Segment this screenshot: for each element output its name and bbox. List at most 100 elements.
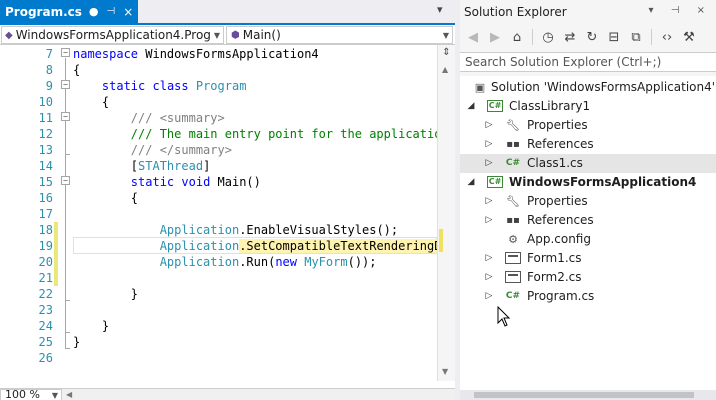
type-dropdown[interactable]: ◆ WindowsFormsApplication4.Prog ▼ <box>1 26 224 44</box>
tree-item-form2-cs[interactable]: ▷ Form2.cs <box>460 268 716 287</box>
solution-horizontal-scrollbar[interactable] <box>460 390 716 400</box>
member-dropdown[interactable]: ⬢ Main() ▼ <box>226 26 453 44</box>
line-number: 9 <box>45 79 53 93</box>
scroll-left-icon[interactable]: ◀ <box>66 390 72 399</box>
line-number: 17 <box>38 207 53 221</box>
editor-bottom-bar: 100 % ▼ ◀ <box>0 388 455 400</box>
tree-item-class1-cs[interactable]: ▷ C# Class1.cs <box>460 154 716 173</box>
sync-icon[interactable]: ⇄ <box>561 30 579 45</box>
code-line: } <box>130 287 139 301</box>
line-number: 12 <box>38 127 53 141</box>
line-number: 14 <box>38 159 53 173</box>
history-icon[interactable]: ◷ <box>539 30 557 45</box>
search-placeholder: Search Solution Explorer (Ctrl+;) <box>465 55 662 69</box>
zoom-dropdown[interactable]: 100 % ▼ <box>0 389 62 400</box>
navigation-bar: ◆ WindowsFormsApplication4.Prog ▼ ⬢ Main… <box>0 25 455 45</box>
line-number: 25 <box>38 335 53 349</box>
tab-program-cs[interactable]: Program.cs ● ⊣ × <box>0 0 138 23</box>
wrench-icon[interactable]: ⚒ <box>680 30 698 45</box>
tree-item-label: WindowsFormsApplication4 <box>509 175 697 189</box>
tree-item-program-cs[interactable]: ▷ C# Program.cs <box>460 287 716 306</box>
method-icon: ⬢ <box>231 29 240 41</box>
type-dropdown-value: WindowsFormsApplication4.Prog <box>15 28 211 42</box>
collapsed-arrow-icon[interactable]: ▷ <box>484 249 494 268</box>
code-area[interactable]: namespace WindowsFormsApplication4 { sta… <box>73 45 437 381</box>
mouse-cursor-icon <box>497 306 511 327</box>
collapsed-arrow-icon[interactable]: ▷ <box>484 211 494 230</box>
collapsed-arrow-icon[interactable]: ▷ <box>484 154 494 173</box>
chevron-down-icon: ▼ <box>213 31 220 40</box>
csharp-project-icon: C# <box>487 100 503 112</box>
expanded-arrow-icon[interactable]: ◢ <box>466 173 476 192</box>
solution-search-input[interactable]: Search Solution Explorer (Ctrl+;) <box>460 52 716 72</box>
collapse-icon[interactable]: − <box>61 48 70 57</box>
tree-item-label: References <box>527 137 594 151</box>
collapsed-arrow-icon[interactable]: ▷ <box>484 287 494 306</box>
fold-line <box>65 58 66 348</box>
tree-item-project-windowsformsapplication4[interactable]: ◢ C# WindowsFormsApplication4 <box>460 173 716 192</box>
code-line: static void Main() <box>130 175 261 189</box>
back-icon[interactable]: ◀ <box>464 30 482 45</box>
split-icon[interactable]: ⇕ <box>440 47 453 59</box>
chevron-down-icon: ▼ <box>51 391 58 400</box>
line-number: 15 <box>38 175 53 189</box>
line-number: 16 <box>38 191 53 205</box>
line-number: 20 <box>38 255 53 269</box>
chevron-down-icon: ▼ <box>442 31 449 40</box>
line-number-gutter: 7 8 9 10 11 12 13 14 15 16 17 18 19 20 2… <box>0 45 56 381</box>
tree-item-label: Form2.cs <box>527 270 582 284</box>
code-line: } <box>73 335 81 349</box>
tree-item-properties[interactable]: ▷ 🔧︎ Properties <box>460 192 716 211</box>
expanded-arrow-icon[interactable]: ◢ <box>466 97 476 116</box>
panel-window-buttons[interactable]: ▾ ⊣ × <box>649 5 712 16</box>
line-number: 10 <box>38 95 53 109</box>
tree-item-project-classlibrary1[interactable]: ◢ C# ClassLibrary1 <box>460 97 716 116</box>
tree-item-label: Form1.cs <box>527 251 582 265</box>
solution-explorer-panel: Solution Explorer ▾ ⊣ × ◀ ▶ ⌂ ◷ ⇄ ↻ ⊟ ⧉ … <box>460 0 716 400</box>
refresh-icon[interactable]: ↻ <box>583 30 601 45</box>
scrollbar-thumb[interactable] <box>474 392 694 398</box>
tree-item-label: App.config <box>527 232 591 246</box>
collapsed-arrow-icon[interactable]: ▷ <box>484 116 494 135</box>
collapsed-arrow-icon[interactable]: ▷ <box>484 268 494 287</box>
collapse-all-icon[interactable]: ⊟ <box>605 30 623 45</box>
scroll-down-icon[interactable]: ▼ <box>442 367 448 376</box>
code-line: /// </summary> <box>130 143 232 157</box>
toolbar-separator <box>532 29 533 45</box>
tree-item-app-config[interactable]: ⚙ App.config <box>460 230 716 249</box>
tree-item-references[interactable]: ▷ ▪▪ References <box>460 211 716 230</box>
collapse-icon[interactable]: − <box>61 112 70 121</box>
home-icon[interactable]: ⌂ <box>508 30 526 45</box>
collapsed-arrow-icon[interactable]: ▷ <box>484 135 494 154</box>
wrench-icon: 🔧︎ <box>506 195 520 208</box>
line-number: 26 <box>38 351 53 365</box>
pin-icon[interactable]: ⊣ <box>107 6 116 17</box>
collapse-icon[interactable]: − <box>61 176 70 185</box>
tree-item-form1-cs[interactable]: ▷ Form1.cs <box>460 249 716 268</box>
line-number: 22 <box>38 287 53 301</box>
editor-vertical-scrollbar[interactable]: ⇕ ▲ ▼ <box>437 45 455 381</box>
zoom-value: 100 % <box>5 388 40 400</box>
code-icon[interactable]: ‹› <box>658 30 676 45</box>
collapsed-arrow-icon[interactable]: ▷ <box>484 192 494 211</box>
tree-item-solution[interactable]: ▣ Solution 'WindowsFormsApplication4' ( <box>460 78 716 97</box>
form-icon <box>505 252 521 264</box>
panel-header: Solution Explorer ▾ ⊣ × <box>460 0 716 24</box>
collapse-icon[interactable]: − <box>61 80 70 89</box>
fold-end <box>65 154 70 155</box>
solution-tree: ▣ Solution 'WindowsFormsApplication4' ( … <box>460 76 716 390</box>
code-line: Application.SetCompatibleTextRenderingDe <box>73 238 437 254</box>
tree-item-references[interactable]: ▷ ▪▪ References <box>460 135 716 154</box>
forward-icon[interactable]: ▶ <box>486 30 504 45</box>
csharp-file-icon: C# <box>505 291 521 301</box>
tab-dropdown-icon[interactable]: ▾ <box>437 3 443 16</box>
references-icon: ▪▪ <box>506 139 520 150</box>
code-line: { <box>130 191 139 205</box>
tree-item-properties[interactable]: ▷ 🔧︎ Properties <box>460 116 716 135</box>
code-line: /// The main entry point for the applica… <box>130 127 437 141</box>
scroll-up-icon[interactable]: ▲ <box>442 65 448 74</box>
fold-end <box>65 348 70 349</box>
line-number: 19 <box>38 239 53 253</box>
copy-icon[interactable]: ⧉ <box>627 30 645 45</box>
close-tab-icon[interactable]: × <box>123 5 133 19</box>
